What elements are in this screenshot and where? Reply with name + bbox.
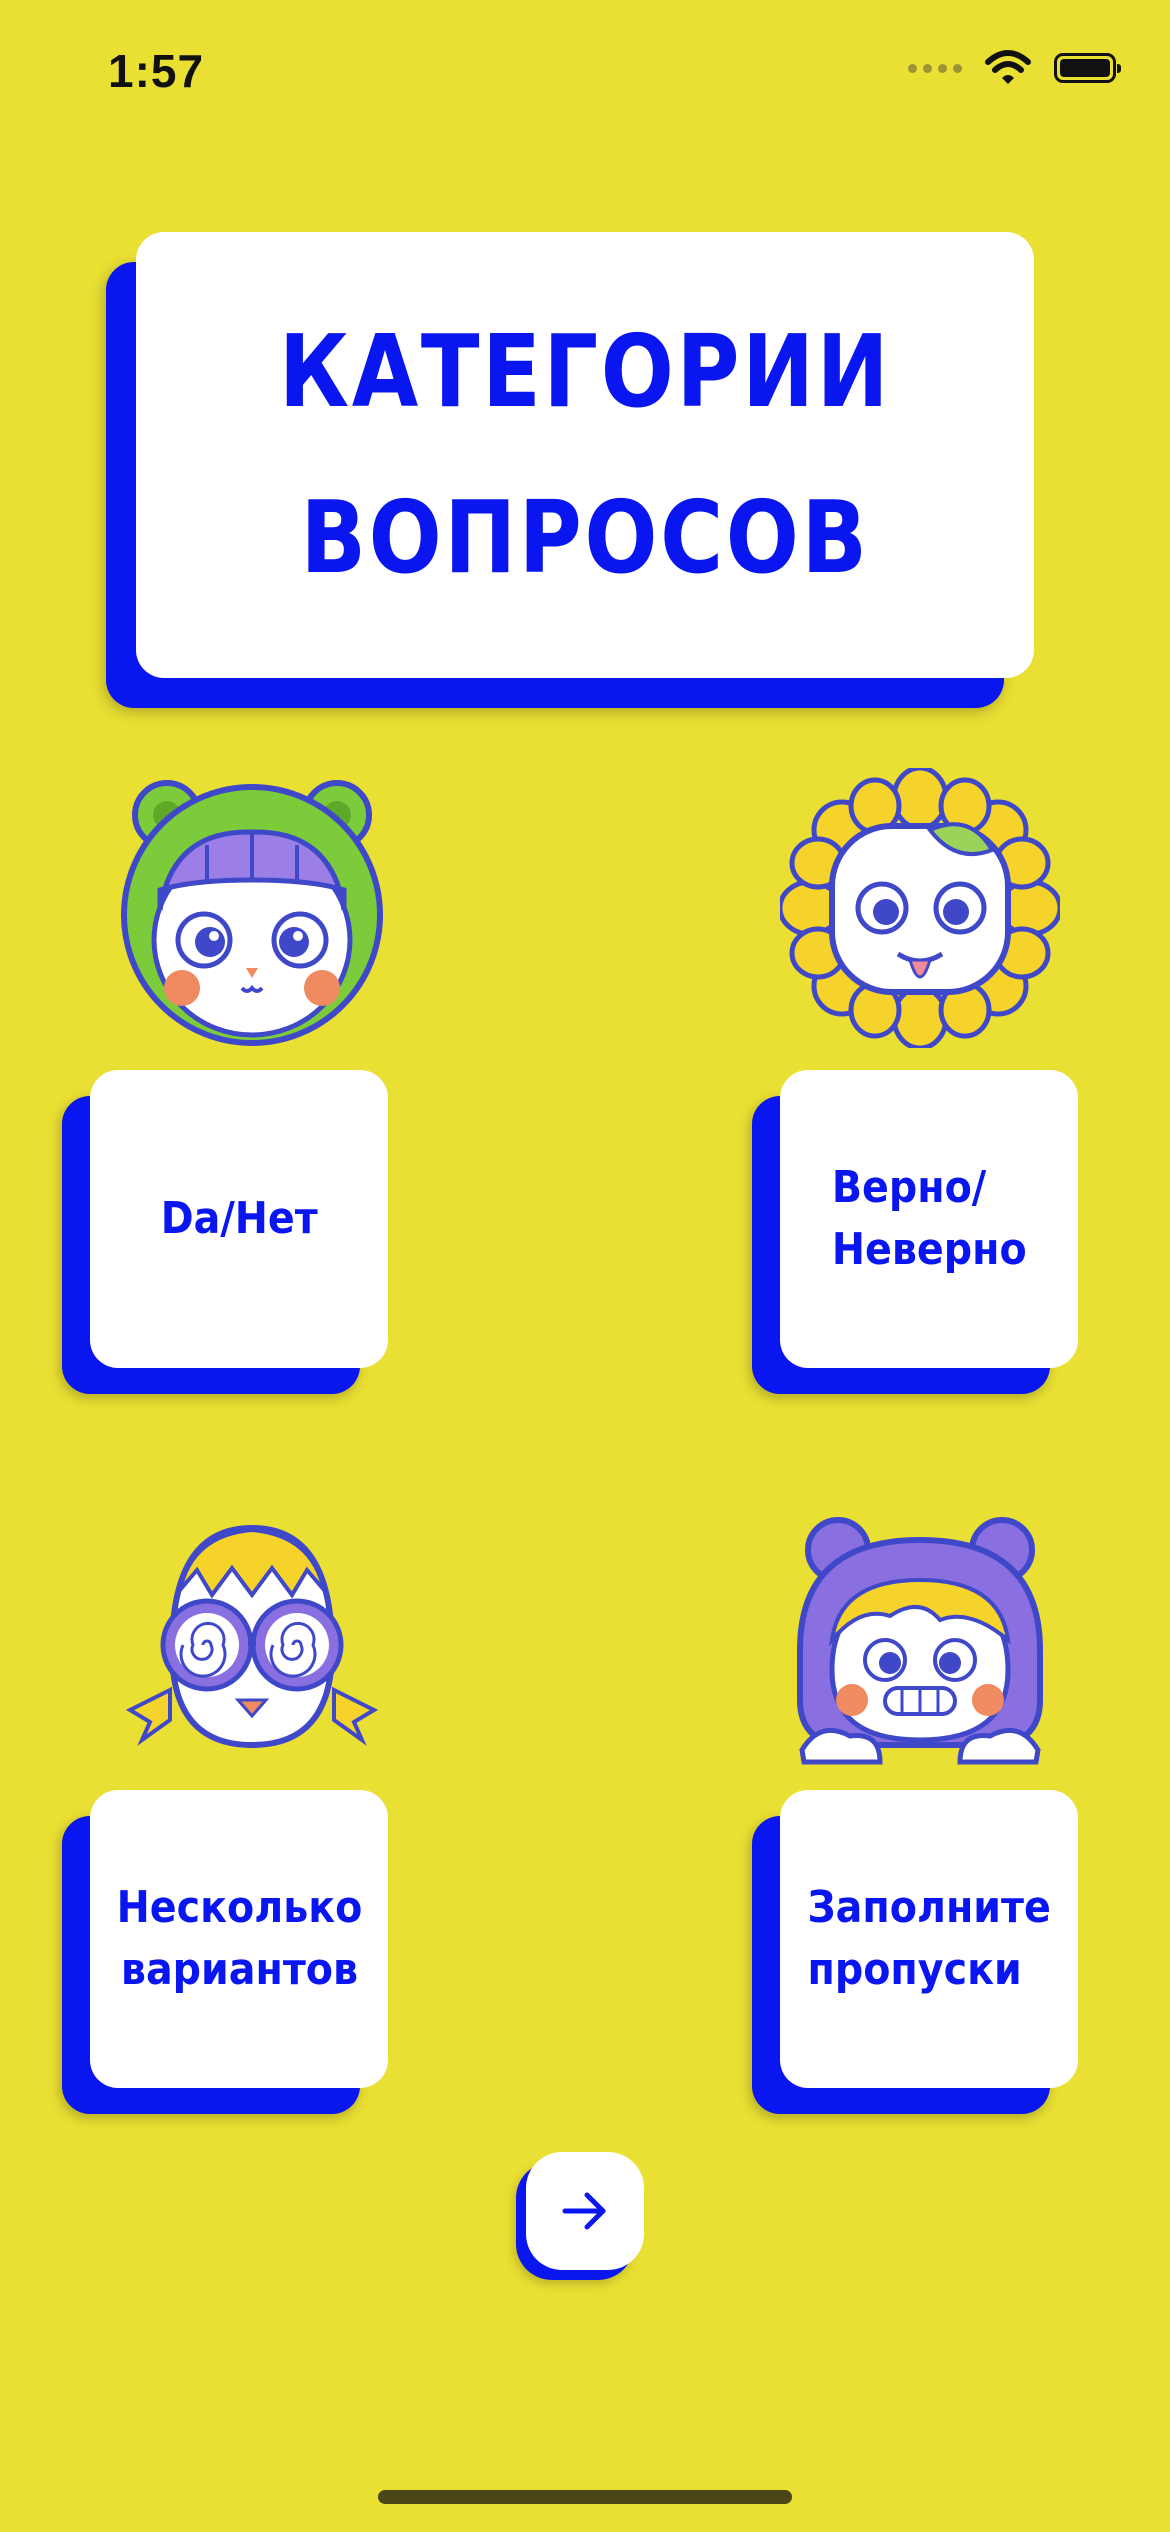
status-icons: [908, 50, 1121, 86]
bear-hood-girl-icon: [797, 1517, 1043, 1765]
next-button[interactable]: [526, 2152, 644, 2270]
title-line-2: ВОПРОСОВ: [300, 479, 870, 596]
egg-chick-glasses-icon: [125, 1524, 379, 1749]
category-label-multiple-choice: Несколько вариантов: [116, 1882, 362, 1995]
status-time: 1:57: [108, 45, 205, 97]
battery-icon: [1054, 53, 1121, 83]
frog-hood-girl-icon: [121, 780, 383, 1046]
title-card: КАТЕГОРИИ ВОПРОСОВ: [136, 232, 1034, 678]
page-title: КАТЕГОРИИ ВОПРОСОВ: [229, 289, 941, 621]
category-label-fill-blanks: Заполните пропуски: [807, 1882, 1051, 1995]
arrow-right-icon: [562, 2192, 606, 2230]
category-card-true-false[interactable]: Верно/ Неверно: [780, 1070, 1078, 1368]
wifi-icon: [985, 50, 1031, 84]
category-card-multiple-choice[interactable]: Несколько вариантов: [90, 1790, 388, 2088]
signal-dots-icon: [908, 63, 962, 73]
category-card-yes-no[interactable]: Da/Нет: [90, 1070, 388, 1368]
title-line-1: КАТЕГОРИИ: [278, 313, 892, 430]
home-indicator[interactable]: [378, 2490, 792, 2504]
category-label-yes-no: Da/Нет: [160, 1193, 318, 1244]
category-label-true-false: Верно/ Неверно: [831, 1162, 1027, 1275]
category-card-fill-blanks[interactable]: Заполните пропуски: [780, 1790, 1078, 2088]
sunflower-face-icon: [780, 768, 1060, 1048]
